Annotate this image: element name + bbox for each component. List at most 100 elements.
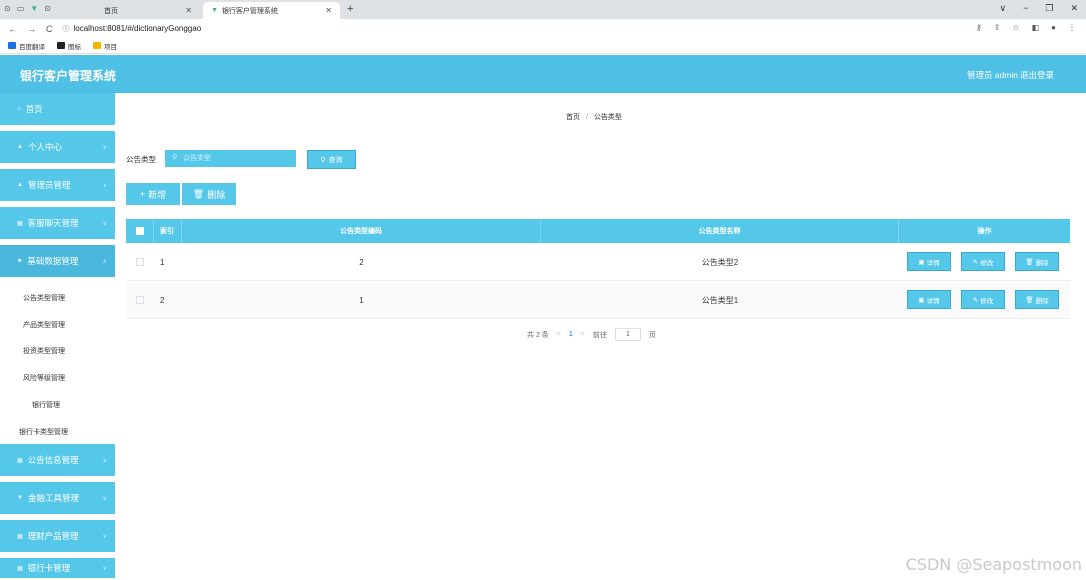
- sidebar-item-bank-card[interactable]: ▦ 银行卡管理 ∨: [0, 558, 115, 580]
- search-label: 公告类型: [126, 155, 156, 164]
- forward-icon[interactable]: →: [27, 24, 36, 34]
- bookmark-item[interactable]: 项目: [93, 41, 117, 51]
- edit-button[interactable]: ✎ 修改: [961, 252, 1005, 271]
- chevron-down-icon: ∨: [102, 144, 107, 151]
- share-icon[interactable]: ⇪: [994, 23, 1001, 32]
- reload-icon[interactable]: C: [46, 24, 53, 34]
- cell-code: 2: [359, 257, 364, 267]
- tab-blank-icon[interactable]: ▭: [17, 4, 25, 13]
- sidebar-item-home[interactable]: ⌂ 首页: [0, 93, 115, 127]
- close-window-icon[interactable]: ✕: [1070, 3, 1078, 14]
- address-bar: ← → C ⓘ localhost:8081/#/dictionaryGongg…: [0, 19, 1086, 38]
- more-icon[interactable]: ⋮: [1068, 23, 1076, 32]
- tab-list-icon[interactable]: ∨: [1000, 3, 1007, 14]
- edit-button-label: 修改: [980, 259, 994, 267]
- next-page-icon[interactable]: >: [581, 331, 585, 338]
- minimize-icon[interactable]: −: [1023, 3, 1028, 14]
- tab-left-icons: ⊙ ▭ ▼ ⊙: [4, 4, 51, 13]
- vue-icon[interactable]: ▼: [30, 4, 38, 13]
- header-name: 公告类型名称: [541, 219, 899, 243]
- pager-unit: 页: [648, 331, 656, 339]
- tab-app[interactable]: ▼ 银行客户管理系统 ✕: [203, 2, 340, 19]
- chevron-up-icon: ∧: [102, 258, 107, 265]
- breadcrumb: 首页 / 公告类型: [566, 112, 622, 122]
- search-button-label: 查询: [328, 156, 343, 164]
- cell-index: 2: [160, 295, 165, 305]
- chevron-down-icon: ∨: [102, 457, 107, 464]
- restore-icon[interactable]: ❐: [1045, 3, 1053, 14]
- sidebar-subitem-risk-level[interactable]: 风险等级管理: [23, 373, 65, 383]
- chevron-down-icon: ∨: [102, 182, 107, 189]
- bookmark-item[interactable]: 百度翻译: [8, 41, 45, 51]
- document-icon: ▣: [918, 296, 925, 304]
- cell-index: 1: [160, 257, 165, 267]
- add-button[interactable]: + 新增: [126, 183, 180, 205]
- bookmark-item[interactable]: 图标: [57, 41, 81, 51]
- grid-icon: ▦: [17, 533, 23, 540]
- translate-icon: [8, 42, 16, 49]
- key-icon[interactable]: ⚷: [976, 23, 982, 32]
- new-tab-icon[interactable]: +: [347, 3, 353, 15]
- detail-button[interactable]: ▣ 详情: [907, 290, 951, 309]
- pagination: 共 2 条 < 1 > 前往 1 页: [527, 328, 656, 341]
- sidebar-subitem-card-type[interactable]: 银行卡类型管理: [19, 427, 68, 437]
- sidebar-item-basic-data[interactable]: ⚑ 基础数据管理 ∧: [0, 245, 115, 279]
- breadcrumb-separator: /: [585, 114, 588, 121]
- sidebar-item-admin[interactable]: ▲ 管理员管理 ∨: [0, 169, 115, 203]
- sidebar-item-label: 理财产品管理: [27, 531, 79, 541]
- detail-button[interactable]: ▣ 详情: [907, 252, 951, 271]
- row-delete-button[interactable]: 🗑 删除: [1015, 252, 1059, 271]
- tab-home-label: 首页: [104, 7, 118, 15]
- sidebar-item-label: 首页: [25, 104, 43, 114]
- back-icon[interactable]: ←: [8, 24, 17, 34]
- add-button-label: 新增: [148, 189, 167, 200]
- bookmarks-bar: 百度翻译 图标 项目: [0, 38, 1086, 54]
- sidebar-subitem-product-type[interactable]: 产品类型管理: [23, 320, 65, 330]
- user-icon: ▲: [17, 144, 23, 150]
- sidebar-subitem-notice-type[interactable]: 公告类型管理: [23, 293, 65, 303]
- app-title: 银行客户管理系统: [20, 69, 117, 83]
- row-checkbox[interactable]: [136, 258, 144, 266]
- select-all-checkbox[interactable]: [135, 227, 144, 235]
- tab-search-icon[interactable]: ⊙: [4, 4, 11, 13]
- sidebar-item-notice[interactable]: ▦ 公告信息管理 ∨: [0, 444, 115, 478]
- profile-icon[interactable]: ●: [1051, 23, 1056, 32]
- row-delete-button[interactable]: 🗑 删除: [1015, 290, 1059, 309]
- tab-app-label: 银行客户管理系统: [221, 7, 278, 15]
- search-icon: ⚲: [172, 154, 178, 161]
- browser-tab-bar: ⊙ ▭ ▼ ⊙ 首页 ✕ ▼ 银行客户管理系统 ✕ + ∨ − ❐ ✕: [0, 0, 1086, 19]
- search-input[interactable]: [165, 150, 296, 167]
- trash-icon: 🗑: [192, 188, 205, 199]
- close-icon[interactable]: ✕: [325, 6, 332, 15]
- row-checkbox[interactable]: [136, 296, 144, 304]
- prev-page-icon[interactable]: <: [557, 331, 561, 338]
- close-icon[interactable]: ✕: [185, 6, 192, 15]
- sidebar-item-chat[interactable]: ▦ 客服聊天管理 ∨: [0, 207, 115, 241]
- bookmark-label: 图标: [68, 43, 81, 51]
- detail-button-label: 详情: [926, 297, 940, 305]
- pager-current-page[interactable]: 1: [569, 331, 573, 338]
- sidebar-subitem-bank[interactable]: 银行管理: [32, 400, 60, 410]
- select-all-cell: [126, 219, 154, 243]
- search-button[interactable]: ⚲ 查询: [307, 150, 356, 169]
- tab-globe-icon[interactable]: ⊙: [44, 4, 51, 13]
- delete-button[interactable]: 🗑 删除: [182, 183, 236, 205]
- info-icon[interactable]: ⓘ: [63, 24, 70, 34]
- pager-goto-input[interactable]: 1: [614, 328, 641, 341]
- sidebar-subitem-investment-type[interactable]: 投资类型管理: [23, 346, 65, 356]
- star-icon[interactable]: ☆: [1012, 23, 1019, 32]
- home-icon: ⌂: [17, 106, 21, 112]
- sidebar-item-wealth-products[interactable]: ▦ 理财产品管理 ∨: [0, 520, 115, 554]
- sidebar-item-profile[interactable]: ▲ 个人中心 ∨: [0, 131, 115, 165]
- sidebar-toggle-icon[interactable]: ◧: [1032, 23, 1040, 32]
- cell-code: 1: [359, 295, 364, 305]
- image-icon: [57, 42, 65, 49]
- url-text[interactable]: localhost:8081/#/dictionaryGonggao: [74, 24, 202, 33]
- tab-home[interactable]: 首页 ✕: [100, 2, 200, 19]
- sidebar-item-finance-tools[interactable]: ▼ 金融工具管理 ∨: [0, 482, 115, 516]
- table-row: 1 2 公告类型2 ▣ 详情 ✎ 修改 🗑 删除: [126, 243, 1070, 281]
- edit-button[interactable]: ✎ 修改: [961, 290, 1005, 309]
- edit-button-label: 修改: [980, 297, 994, 305]
- logout-link[interactable]: 退出登录: [1020, 69, 1054, 81]
- breadcrumb-home[interactable]: 首页: [566, 114, 580, 121]
